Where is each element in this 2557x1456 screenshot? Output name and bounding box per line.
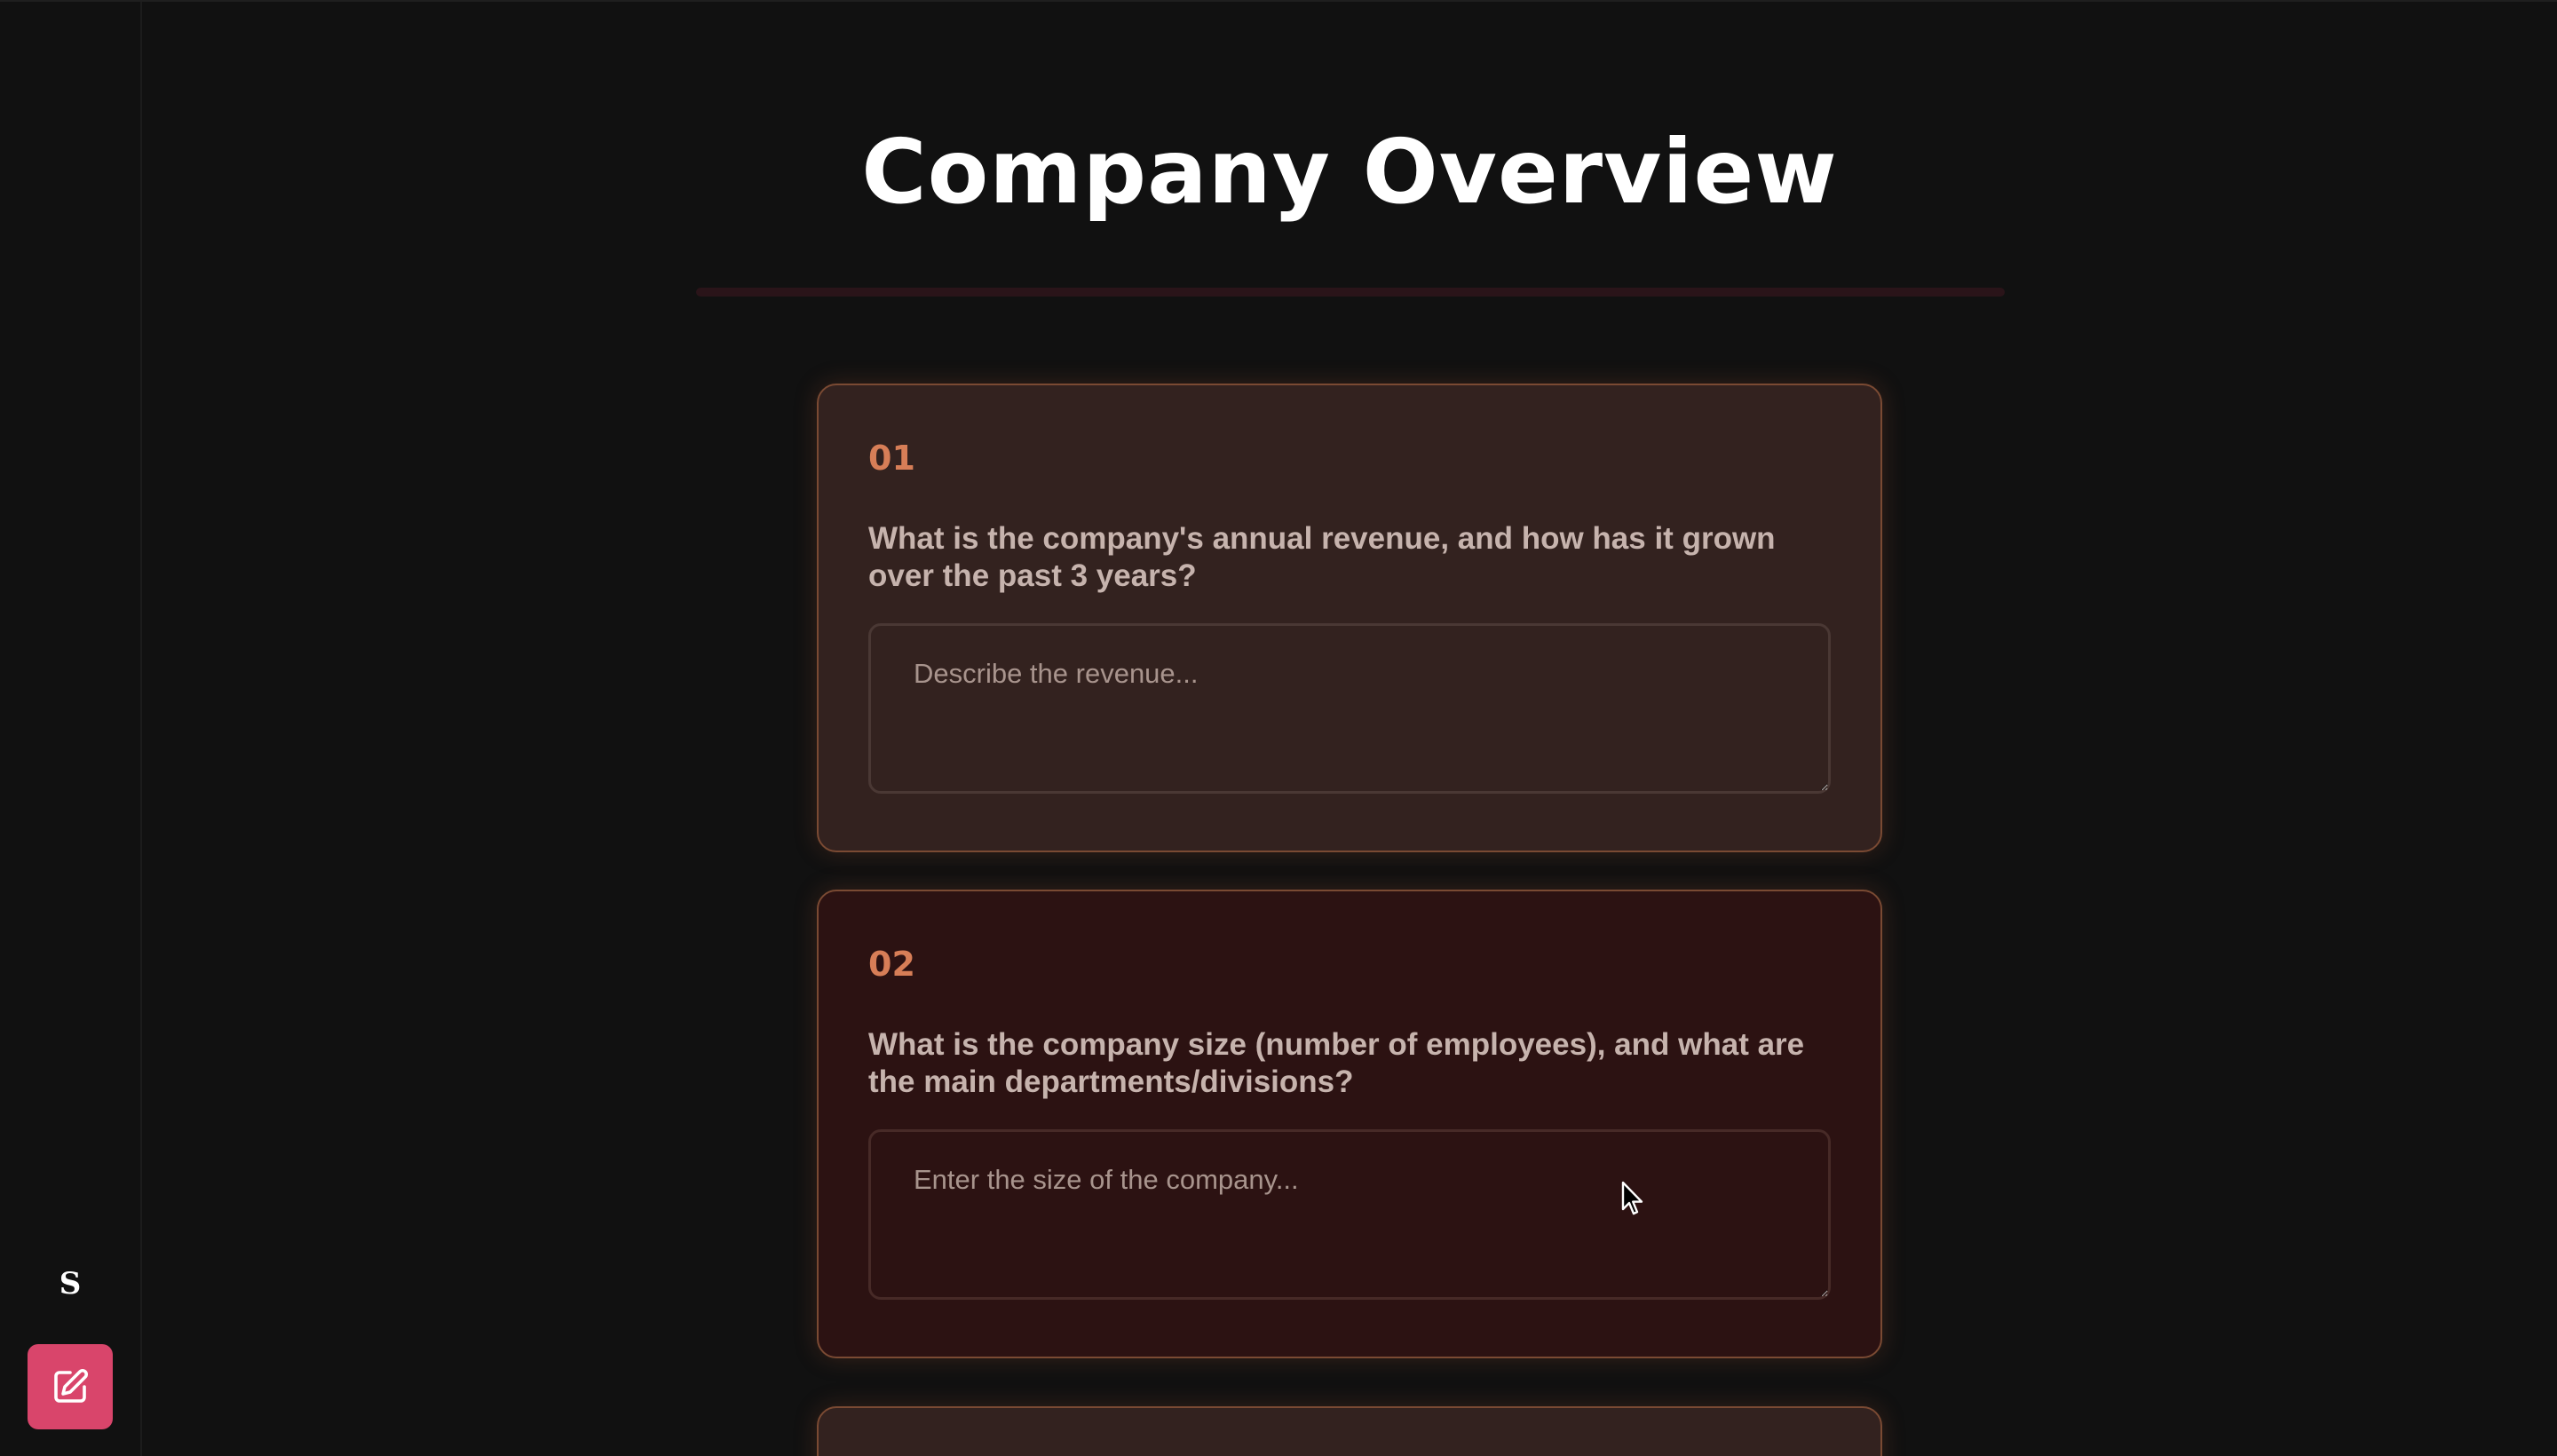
question-number: 01 [868,439,915,478]
sidebar: S [0,2,142,1456]
app-window: S Company Overview 01 What is the compan… [0,0,2557,1456]
question-number: 02 [868,945,915,984]
page-title: Company Overview [861,120,1838,224]
revenue-answer-field[interactable] [868,623,1831,794]
question-card: 01 What is the company's annual revenue,… [817,384,1882,852]
question-text: What is the company size (number of empl… [868,1027,1805,1099]
title-divider [696,288,2005,297]
edit-icon [54,1368,89,1403]
compose-button[interactable] [28,1344,113,1429]
question-card [817,1406,1882,1456]
question-card: 02 What is the company size (number of e… [817,890,1882,1358]
question-text: What is the company's annual revenue, an… [868,521,1776,593]
brand-logo[interactable]: S [57,1268,83,1300]
company-size-answer-field[interactable] [868,1129,1831,1300]
main-content: Company Overview 01 What is the company'… [142,2,2557,1456]
